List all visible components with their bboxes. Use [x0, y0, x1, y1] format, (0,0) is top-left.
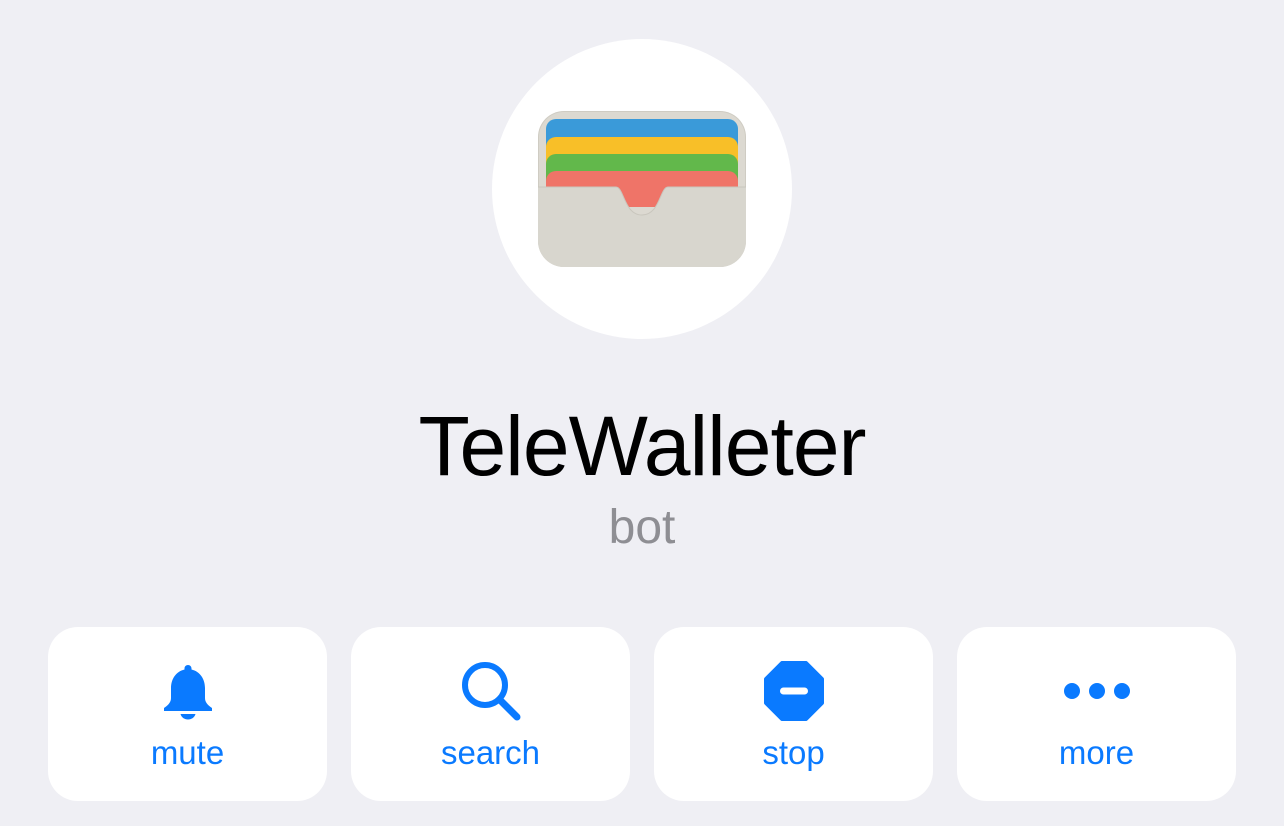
more-label: more [1058, 734, 1135, 771]
bell-icon [48, 659, 327, 723]
profile-subtitle: bot [608, 501, 676, 554]
magnifier-icon [351, 659, 630, 723]
mute-button[interactable]: mute [48, 627, 327, 801]
stop-label: stop [762, 734, 825, 771]
profile-name: TeleWalleter [418, 399, 866, 493]
bot-avatar[interactable] [492, 39, 792, 339]
ellipsis-icon [957, 659, 1236, 723]
mute-label: mute [150, 734, 225, 771]
more-button[interactable]: more [957, 627, 1236, 801]
wallet-icon [538, 111, 746, 267]
stop-button[interactable]: stop [654, 627, 933, 801]
search-label: search [440, 734, 541, 771]
stop-icon [654, 659, 933, 723]
search-button[interactable]: search [351, 627, 630, 801]
